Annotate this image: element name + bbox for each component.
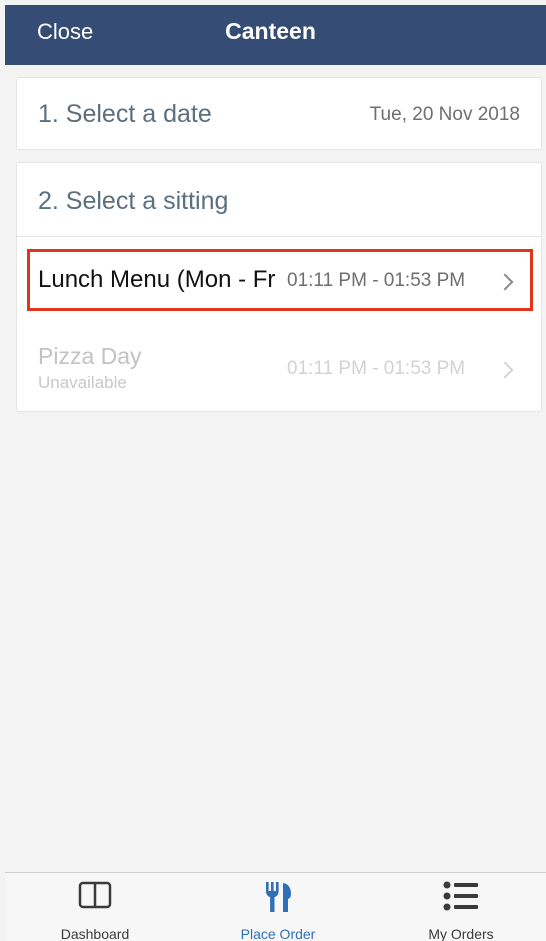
tab-bar: Dashboard Place Order My Orders: [5, 872, 546, 941]
list-icon: [443, 881, 478, 911]
chevron-right-icon: [496, 361, 514, 379]
fork-knife-icon: [266, 882, 291, 912]
tab-label: My Orders: [428, 926, 494, 941]
tab-my-orders[interactable]: My Orders: [371, 873, 546, 941]
sitting-time: 01:11 PM - 01:53 PM: [287, 358, 466, 379]
tab-place-order[interactable]: Place Order: [188, 873, 368, 941]
date-select-card[interactable]: 1. Select a date Tue, 20 Nov 2018: [16, 77, 542, 150]
sitting-item-pizza-day: Pizza Day Unavailable 01:11 PM - 01:53 P…: [17, 343, 541, 401]
nav-header: Close Canteen: [5, 5, 546, 65]
sitting-name: Lunch Menu (Mon - Fri): [38, 266, 276, 293]
sitting-availability: Unavailable: [38, 373, 127, 392]
tab-label: Dashboard: [60, 926, 130, 941]
selected-date: Tue, 20 Nov 2018: [369, 104, 520, 125]
sitting-name: Pizza Day: [38, 343, 142, 369]
app-root: Close Canteen 1. Select a date Tue, 20 N…: [0, 0, 546, 941]
page-title: Canteen: [225, 18, 316, 44]
sitting-time: 01:11 PM - 01:53 PM: [287, 270, 466, 291]
sitting-step-label: 2. Select a sitting: [38, 187, 229, 215]
date-step-label: 1. Select a date: [38, 100, 212, 128]
divider: [17, 236, 541, 237]
tab-label: Place Order: [240, 926, 316, 941]
sitting-item-lunch-menu[interactable]: Lunch Menu (Mon - Fri) 01:11 PM - 01:53 …: [17, 249, 541, 311]
dashboard-icon: [78, 881, 112, 909]
sitting-select-card: 2. Select a sitting Lunch Menu (Mon - Fr…: [16, 162, 542, 412]
tab-dashboard[interactable]: Dashboard: [5, 873, 185, 941]
